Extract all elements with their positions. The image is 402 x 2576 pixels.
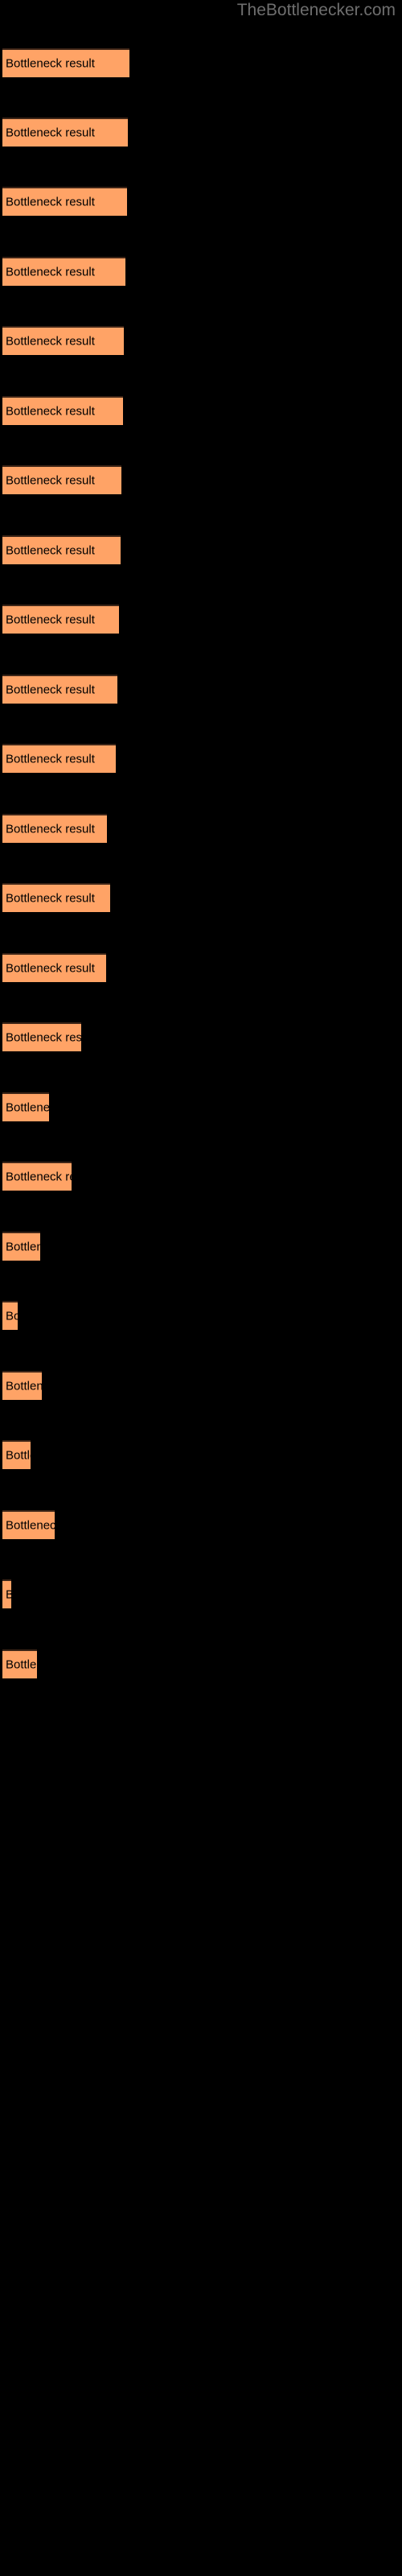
bar[interactable]: Bottleneck result: [2, 1510, 55, 1539]
bar-label: Bottleneck result: [6, 543, 95, 558]
bar-label: Bottleneck result: [6, 613, 95, 627]
bar[interactable]: Bottleneck result: [2, 744, 116, 773]
bar-label: Bottleneck result: [6, 1379, 42, 1393]
bar-label: Bottleneck result: [6, 683, 95, 697]
bar[interactable]: Bottleneck result: [2, 257, 125, 286]
bar-label: Bottleneck result: [6, 195, 95, 209]
bar-label: Bottleneck result: [6, 126, 95, 140]
bar[interactable]: Bottleneck result: [2, 1371, 42, 1400]
bar-label: Bottleneck result: [6, 961, 95, 976]
bar-label: Bottleneck result: [6, 334, 95, 349]
bar-label: Bottleneck result: [6, 473, 95, 488]
bar-label: Bottleneck result: [6, 1588, 11, 1602]
bar[interactable]: Bottleneck result: [2, 326, 124, 355]
bar[interactable]: Bottleneck result: [2, 1301, 18, 1330]
bar[interactable]: Bottleneck result: [2, 465, 121, 494]
bar-label: Bottleneck result: [6, 1657, 37, 1672]
bar-label: Bottleneck result: [6, 1448, 31, 1463]
bar-label: Bottleneck result: [6, 1518, 55, 1533]
bar[interactable]: Bottleneck result: [2, 1162, 72, 1191]
bar-label: Bottleneck result: [6, 891, 95, 906]
bar-label: Bottleneck result: [6, 752, 95, 766]
bar[interactable]: Bottleneck result: [2, 883, 110, 912]
bar-chart-plot-area: Bottleneck result Bottleneck result Bottle…: [0, 0, 402, 2576]
bar[interactable]: Bottleneck result: [2, 675, 117, 704]
bar[interactable]: Bottleneck result: [2, 535, 121, 564]
bar-label: Bottleneck result: [6, 404, 95, 419]
bar[interactable]: Bottleneck result: [2, 1579, 11, 1608]
bar[interactable]: Bottleneck result: [2, 396, 123, 425]
bottleneck-chart-page: TheBottlenecker.com Bottleneck result Bot…: [0, 0, 402, 2576]
bar[interactable]: Bottleneck result: [2, 1649, 37, 1678]
bar-label: Bottleneck result: [6, 1240, 40, 1254]
bar-label: Bottleneck result: [6, 1030, 81, 1045]
bar[interactable]: Bottleneck result: [2, 953, 106, 982]
bar[interactable]: Bottleneck result: [2, 118, 128, 147]
bar[interactable]: Bottleneck result: [2, 1022, 81, 1051]
bar-label: Bottleneck result: [6, 822, 95, 836]
bar[interactable]: Bottleneck result: [2, 187, 127, 216]
bar[interactable]: Bottleneck result: [2, 48, 129, 77]
bar[interactable]: Bottleneck result: [2, 1232, 40, 1261]
bar-label: Bottleneck result: [6, 1170, 72, 1184]
bar[interactable]: Bottleneck result: [2, 1440, 31, 1469]
bar[interactable]: Bottleneck result: [2, 1092, 49, 1121]
bar-label: Bottleneck result: [6, 56, 95, 71]
bar-label: Bottleneck result: [6, 1100, 49, 1115]
bar[interactable]: Bottleneck result: [2, 814, 107, 843]
bar[interactable]: Bottleneck result: [2, 605, 119, 634]
bar-label: Bottleneck result: [6, 265, 95, 279]
bar-label: Bottleneck result: [6, 1309, 18, 1323]
